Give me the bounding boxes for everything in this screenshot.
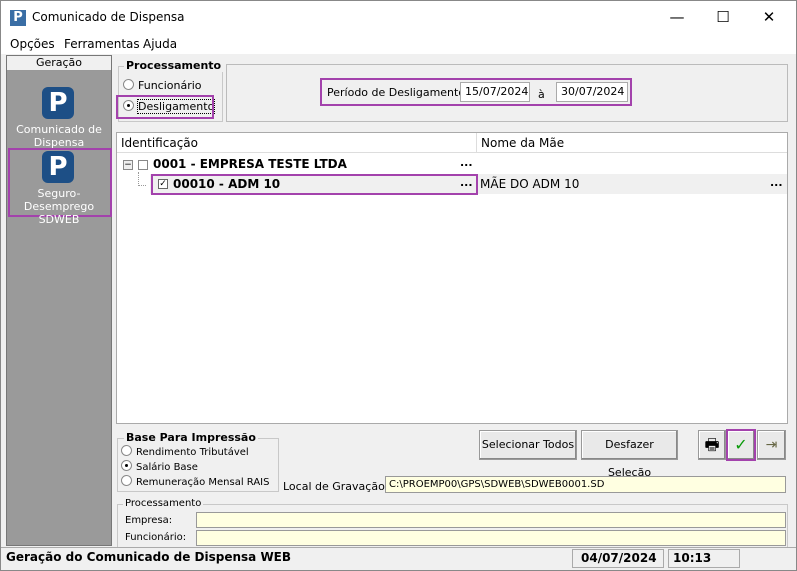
periodo-sep: à (538, 88, 545, 101)
base-title: Base Para Impressão (124, 431, 258, 444)
label: Salário Base (136, 462, 198, 473)
status-message: Geração do Comunicado de Dispensa WEB (6, 550, 292, 564)
status-date: 04/07/2024 (572, 549, 664, 568)
label: Funcionário (138, 79, 202, 92)
exit-door-icon[interactable]: ⇥ (757, 430, 786, 460)
label: Comunicado de (16, 123, 102, 136)
company-checkbox[interactable] (138, 160, 148, 170)
periodo-label: Período de Desligamento: (327, 86, 469, 99)
select-all-button[interactable]: Selecionar Todos (479, 430, 577, 460)
company-ellipsis[interactable]: ... (460, 156, 473, 169)
funcionario-label: Funcionário: (125, 532, 187, 543)
radio-rendimento[interactable]: Rendimento Tributável (121, 445, 249, 458)
app-logo-icon: P (10, 10, 26, 26)
funcionario-field (196, 530, 786, 546)
company-row[interactable]: 0001 - EMPRESA TESTE LTDA (153, 157, 347, 171)
empresa-label: Empresa: (125, 515, 173, 526)
highlight-desligamento (116, 95, 214, 119)
sdweb-app-icon[interactable]: P (42, 151, 74, 183)
menu-opcoes[interactable]: Opções (10, 37, 55, 51)
column-identificacao[interactable]: Identificação (117, 133, 477, 153)
sidebar-header[interactable]: Geração (7, 56, 111, 71)
maximize-button[interactable]: ☐ (708, 6, 738, 28)
label: Seguro-Desemprego (23, 187, 95, 213)
periodo-end-input[interactable]: 30/07/2024 (556, 82, 628, 102)
sidebar-item-sdweb[interactable]: Seguro-Desemprego SDWEB (7, 187, 111, 226)
radio-rais[interactable]: Remuneração Mensal RAIS (121, 475, 269, 488)
menu-ajuda[interactable]: Ajuda (143, 37, 177, 51)
local-input[interactable]: C:\PROEMP00\GPS\SDWEB\SDWEB0001.SD (385, 476, 786, 493)
periodo-start-input[interactable]: 15/07/2024 (460, 82, 530, 102)
label: Remuneração Mensal RAIS (136, 477, 270, 488)
comunicado-app-icon[interactable]: P (42, 87, 74, 119)
collapse-icon[interactable]: − (123, 160, 133, 170)
window-title: Comunicado de Dispensa (32, 10, 185, 24)
minimize-button[interactable]: — (662, 6, 692, 28)
label: SDWEB (38, 213, 80, 226)
progress-title: Processamento (123, 498, 204, 509)
processamento-title: Processamento (124, 59, 224, 72)
empresa-field (196, 512, 786, 528)
column-nome-mae[interactable]: Nome da Mãe (477, 133, 787, 153)
label: Rendimento Tributável (136, 447, 249, 458)
tree-line (138, 172, 146, 186)
undo-selection-button[interactable]: Desfazer Seleção (581, 430, 678, 479)
highlight-confirm (726, 429, 756, 461)
mother-ellipsis[interactable]: ... (770, 176, 783, 189)
highlight-employee (151, 174, 478, 195)
menu-ferramentas[interactable]: Ferramentas (64, 37, 140, 51)
employee-mother: MÃE DO ADM 10 (480, 177, 580, 191)
sidebar-item-comunicado[interactable]: Comunicado de Dispensa (7, 123, 111, 149)
local-label: Local de Gravação: (283, 480, 389, 493)
radio-salario[interactable]: Salário Base (121, 460, 198, 473)
print-icon[interactable]: 🖶 (698, 430, 726, 460)
radio-funcionario[interactable]: Funcionário (123, 79, 202, 92)
status-time: 10:13 (668, 549, 740, 568)
close-button[interactable]: ✕ (754, 6, 784, 28)
